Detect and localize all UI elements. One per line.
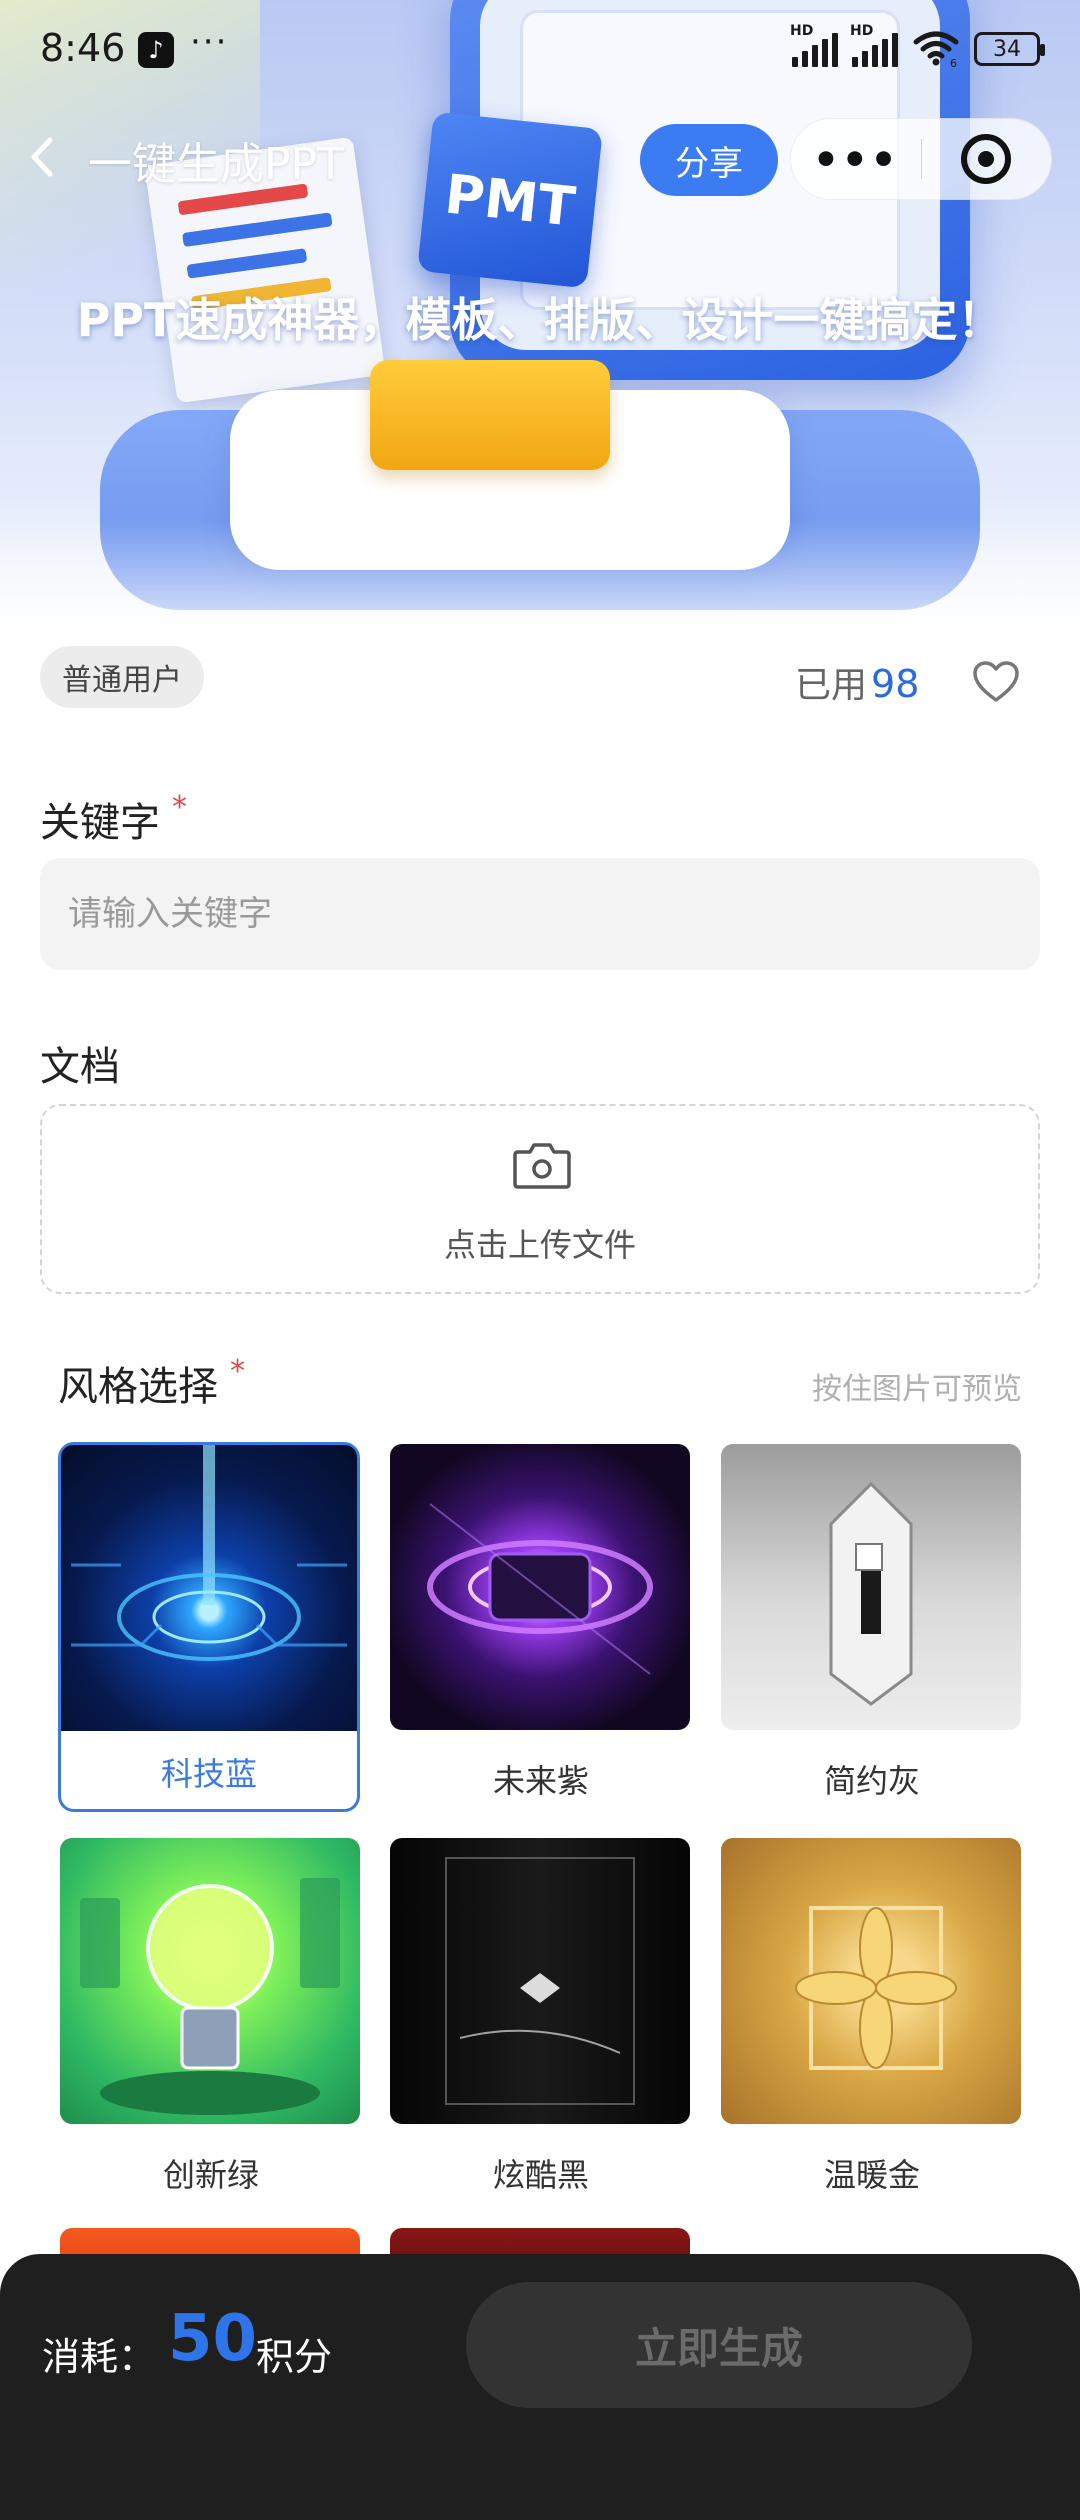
heart-icon[interactable]: [972, 660, 1020, 704]
preview-hint: 按住图片可预览: [812, 1372, 1022, 1407]
style-name: 创新绿: [162, 2156, 259, 2194]
style-thumbnail: [61, 1445, 357, 1731]
hero-slogan: PPT速成神器，模板、排版、设计一键搞定！: [76, 293, 1004, 347]
close-miniprogram-button[interactable]: [922, 134, 1052, 184]
style-thumbnail: [721, 1444, 1021, 1730]
style-option-tech-blue[interactable]: 科技蓝: [58, 1442, 360, 1812]
share-button[interactable]: 分享: [640, 124, 778, 196]
camera-icon: [513, 1143, 571, 1189]
used-count: 98: [871, 662, 920, 706]
usage-counter: 已用 98: [795, 656, 919, 708]
status-indicators: HD HD 6 34: [790, 23, 1045, 68]
tiktok-icon: ♪: [138, 32, 174, 68]
user-level-badge: 普通用户: [40, 646, 204, 708]
keyword-label: 关键字 *: [40, 790, 187, 846]
wifi-icon: 6: [913, 31, 959, 68]
generate-button[interactable]: 立即生成: [466, 2282, 972, 2408]
style-option-simple-gray[interactable]: 简约灰: [721, 1444, 1023, 1802]
cost-value: 50: [168, 2302, 258, 2376]
cost-unit: 积分: [256, 2335, 333, 2379]
style-option-innovation-green[interactable]: 创新绿: [60, 1838, 362, 2196]
upload-text: 点击上传文件: [443, 1226, 636, 1264]
keyword-input[interactable]: [40, 858, 1040, 970]
style-thumbnail: [721, 1838, 1021, 2124]
style-name: 未来紫: [492, 1762, 589, 1800]
document-label: 文档: [40, 1044, 120, 1090]
target-icon: [961, 134, 1012, 184]
style-thumbnail: [390, 1838, 690, 2124]
style-option-warm-gold[interactable]: 温暖金: [721, 1838, 1023, 2196]
upload-file-area[interactable]: 点击上传文件: [40, 1104, 1040, 1294]
used-label: 已用: [795, 665, 868, 706]
battery-icon: 34: [974, 32, 1045, 66]
page-title: 一键生成PPT: [88, 139, 344, 190]
signal-icon: HD: [850, 23, 898, 67]
style-name: 简约灰: [823, 1762, 920, 1800]
style-option-cool-black[interactable]: 炫酷黑: [390, 1838, 692, 2196]
style-option-future-purple[interactable]: 未来紫: [390, 1444, 692, 1802]
style-label: 风格选择 *: [58, 1354, 245, 1410]
style-name: 科技蓝: [160, 1755, 257, 1793]
signal-icon: HD: [790, 23, 838, 67]
style-thumbnail: [60, 1838, 360, 2124]
style-name: 温暖金: [823, 2156, 920, 2194]
cost-label: 消耗：: [42, 2335, 157, 2379]
required-mark: *: [230, 1354, 245, 1389]
hero-pmt-card: PMT: [417, 111, 603, 289]
miniprogram-capsule: •••: [790, 118, 1052, 200]
status-bar: 8:46 ♪ ··· HD HD 6 34: [0, 0, 1080, 100]
status-time: 8:46: [40, 26, 126, 70]
status-more: ···: [190, 22, 229, 62]
more-menu-button[interactable]: •••: [791, 135, 921, 184]
required-mark: *: [172, 790, 187, 825]
chevron-left-icon[interactable]: [22, 132, 62, 182]
svg-text:6: 6: [950, 57, 957, 68]
style-thumbnail: [390, 1444, 690, 1730]
style-name: 炫酷黑: [492, 2156, 589, 2194]
